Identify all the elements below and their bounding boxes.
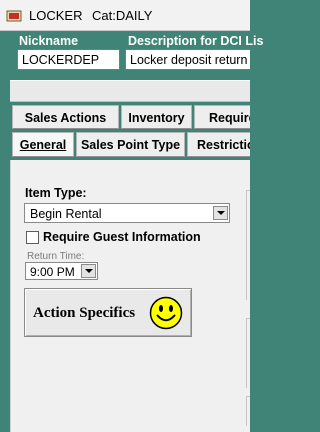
chevron-down-icon (217, 211, 225, 215)
tab-sales-point-type[interactable]: Sales Point Type (76, 132, 185, 157)
toolbar-strip (10, 80, 250, 102)
right-group-box (246, 396, 250, 426)
item-type-label: Item Type: (25, 186, 87, 200)
tab-general[interactable]: General (12, 132, 74, 157)
description-field[interactable]: Locker deposit return (125, 49, 250, 70)
dropdown-arrow-button[interactable] (81, 264, 96, 278)
right-group-box (246, 318, 250, 388)
nickname-label: Nickname (19, 34, 79, 48)
tab-sales-actions[interactable]: Sales Actions (12, 105, 119, 129)
require-guest-label: Require Guest Information (43, 230, 201, 244)
tab-restrictions[interactable]: Restrictio (187, 132, 250, 157)
title-bar: LOCKER Cat:DAILY (0, 0, 250, 31)
return-time-select[interactable]: 9:00 PM (25, 262, 98, 280)
return-time-value: 9:00 PM (30, 265, 75, 279)
chevron-down-icon (85, 269, 93, 273)
window-category: Cat:DAILY (92, 8, 153, 23)
window-title: LOCKER (29, 8, 83, 23)
require-guest-checkbox[interactable] (26, 231, 39, 244)
action-specifics-label: Action Specifics (33, 305, 136, 321)
right-group-box (246, 190, 250, 300)
nickname-field[interactable]: LOCKERDEP (17, 49, 120, 70)
tab-require[interactable]: Require (194, 105, 250, 129)
dropdown-arrow-button[interactable] (213, 206, 228, 220)
action-specifics-button[interactable]: Action Specifics (24, 288, 192, 337)
description-label: Description for DCI Lis (128, 34, 264, 48)
return-time-label: Return Time: (27, 251, 85, 262)
tab-inventory[interactable]: Inventory (121, 105, 192, 129)
smiley-icon (149, 296, 183, 330)
ticket-icon (6, 10, 22, 22)
item-type-select[interactable]: Begin Rental (24, 203, 230, 223)
item-type-value: Begin Rental (30, 207, 102, 221)
